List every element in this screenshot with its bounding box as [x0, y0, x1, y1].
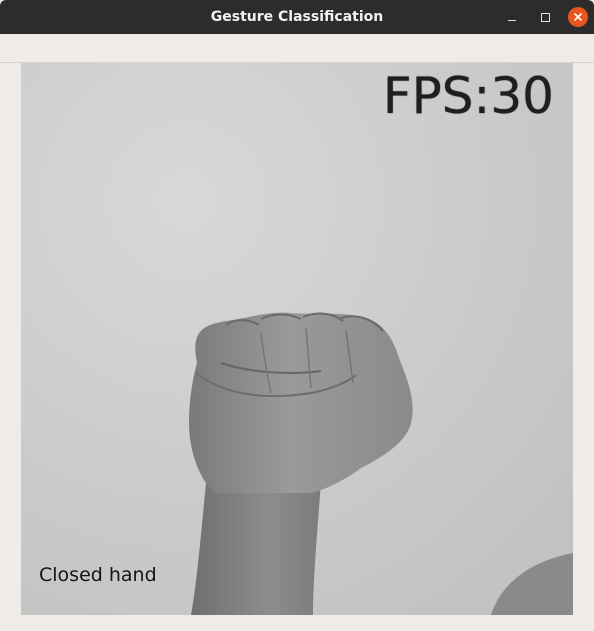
app-window: Gesture Classification FPS:30 Closed han… — [0, 0, 594, 631]
minimize-button[interactable] — [502, 7, 522, 27]
forearm-shape — [191, 483, 321, 615]
minimize-icon — [508, 19, 516, 21]
close-button[interactable] — [568, 7, 588, 27]
title-bar[interactable]: Gesture Classification — [0, 0, 594, 34]
camera-image — [21, 63, 573, 615]
video-frame: FPS:30 Closed hand — [21, 63, 573, 615]
close-icon — [574, 13, 582, 21]
maximize-button[interactable] — [535, 7, 555, 27]
prediction-label: Closed hand — [39, 564, 157, 586]
maximize-icon — [540, 12, 550, 22]
fps-counter: FPS:30 — [382, 67, 554, 125]
toolbar-area — [0, 34, 594, 63]
